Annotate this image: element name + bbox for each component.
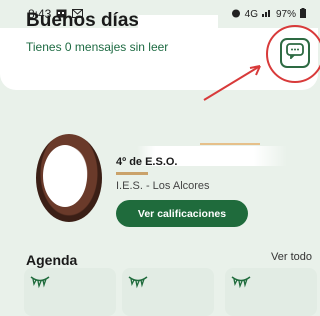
redacted-user-name <box>138 15 218 29</box>
agenda-tile[interactable] <box>225 268 317 316</box>
signal-type: 4G <box>244 8 258 20</box>
annotation-arrow <box>200 60 266 109</box>
avatar-redaction <box>43 145 87 207</box>
alarm-icon <box>231 8 241 21</box>
garland-icon <box>231 275 251 294</box>
view-grades-button[interactable]: Ver calificaciones <box>116 200 248 227</box>
agenda-title: Agenda <box>26 252 78 268</box>
agenda-tile[interactable] <box>24 268 116 316</box>
annotation-circle <box>266 25 320 83</box>
agenda-tile[interactable] <box>122 268 214 316</box>
unread-messages-text: Tienes 0 mensajes sin leer <box>26 40 169 54</box>
student-grade: 4º de E.S.O. <box>116 156 178 168</box>
status-right: 4G 97% <box>231 7 306 21</box>
garland-icon <box>30 275 50 294</box>
grade-accent-bar <box>116 172 148 175</box>
agenda-see-all-link[interactable]: Ver todo <box>271 251 312 263</box>
greeting-title: Buenos días, <box>26 10 145 31</box>
battery-icon <box>300 7 306 21</box>
student-school: I.E.S. - Los Alcores <box>116 180 210 192</box>
battery-level: 97% <box>275 8 296 20</box>
garland-icon <box>128 275 148 294</box>
signal-bars-icon <box>261 8 272 20</box>
name-underline <box>200 143 260 145</box>
